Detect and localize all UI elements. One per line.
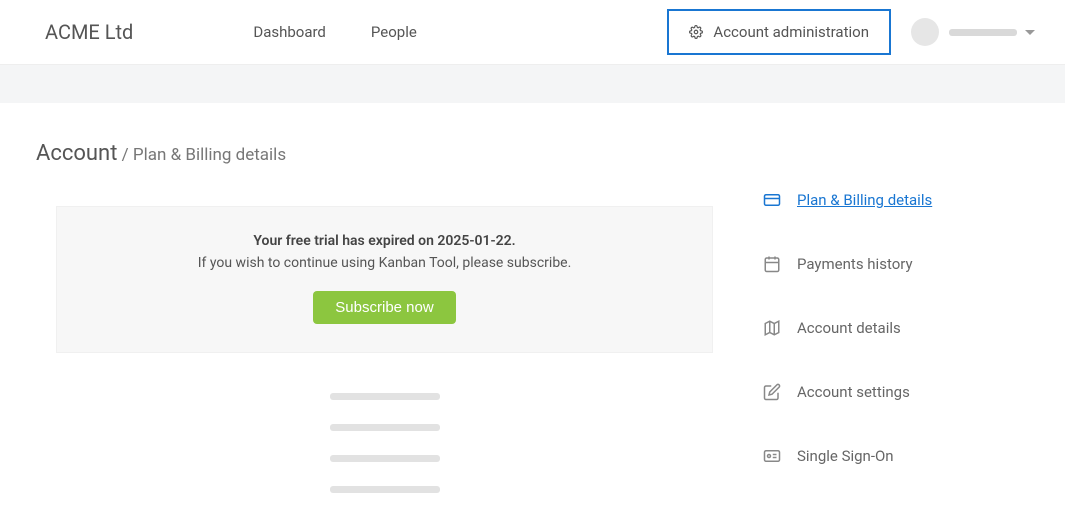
top-header: ACME Ltd Dashboard People Account admini… xyxy=(0,0,1065,65)
breadcrumb-sub: Plan & Billing details xyxy=(133,145,286,165)
trial-expired-title: Your free trial has expired on 2025-01-2… xyxy=(77,233,692,249)
trial-expired-card: Your free trial has expired on 2025-01-2… xyxy=(56,206,713,353)
id-card-icon xyxy=(763,447,781,465)
credit-card-icon xyxy=(763,191,781,209)
sidebar-label: Plan & Billing details xyxy=(797,191,932,209)
breadcrumb-separator: / xyxy=(117,145,132,165)
sidebar-item-account-settings[interactable]: Account settings xyxy=(763,383,1033,401)
sidebar: Plan & Billing details Payments history … xyxy=(733,141,1033,523)
brand-name[interactable]: ACME Ltd xyxy=(45,20,133,44)
edit-icon xyxy=(763,383,781,401)
sidebar-label: Account details xyxy=(797,319,901,337)
skeleton-line xyxy=(330,393,440,400)
breadcrumb: Account / Plan & Billing details xyxy=(36,141,733,166)
nav-people[interactable]: People xyxy=(371,23,417,41)
account-administration-link[interactable]: Account administration xyxy=(667,9,891,55)
sidebar-label: Account settings xyxy=(797,383,910,401)
skeleton-line xyxy=(330,424,440,431)
nav-dashboard[interactable]: Dashboard xyxy=(253,23,326,41)
main-area: Account / Plan & Billing details Your fr… xyxy=(0,103,1065,523)
sidebar-label: Single Sign-On xyxy=(797,447,894,465)
sidebar-item-sso[interactable]: Single Sign-On xyxy=(763,447,1033,465)
trial-expired-subtitle: If you wish to continue using Kanban Too… xyxy=(77,255,692,271)
skeleton-line xyxy=(330,455,440,462)
user-menu[interactable] xyxy=(911,18,1035,46)
breadcrumb-root[interactable]: Account xyxy=(36,141,117,166)
loading-skeletons xyxy=(36,393,733,523)
sidebar-item-plan-billing[interactable]: Plan & Billing details xyxy=(763,191,1033,209)
account-administration-label: Account administration xyxy=(713,23,869,41)
sidebar-label: Payments history xyxy=(797,255,913,273)
subheader-strip xyxy=(0,65,1065,103)
sidebar-item-account-details[interactable]: Account details xyxy=(763,319,1033,337)
content-column: Account / Plan & Billing details Your fr… xyxy=(36,141,733,523)
avatar xyxy=(911,18,939,46)
gear-icon xyxy=(689,25,703,39)
sidebar-item-payments-history[interactable]: Payments history xyxy=(763,255,1033,273)
chevron-down-icon xyxy=(1025,30,1035,35)
skeleton-line xyxy=(330,486,440,493)
calendar-icon xyxy=(763,255,781,273)
user-name-placeholder xyxy=(949,29,1017,36)
map-icon xyxy=(763,319,781,337)
subscribe-now-button[interactable]: Subscribe now xyxy=(313,291,455,324)
